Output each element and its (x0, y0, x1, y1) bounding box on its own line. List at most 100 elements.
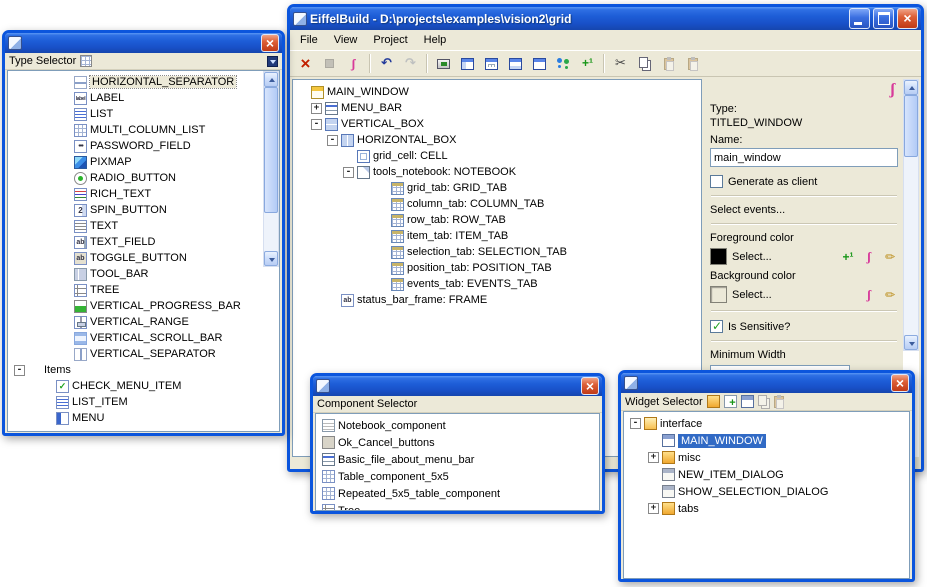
close-button[interactable] (581, 377, 599, 395)
tree-item[interactable]: RICH_TEXT (8, 186, 263, 202)
tree-item[interactable]: tabs (624, 500, 909, 517)
tree-item[interactable]: PIXMAP (8, 154, 263, 170)
community-button[interactable] (552, 53, 575, 75)
redo-button[interactable] (399, 53, 422, 75)
tree-item[interactable]: NEW_ITEM_DIALOG (624, 466, 909, 483)
pick-icon[interactable] (861, 287, 877, 303)
scroll-up-button[interactable] (264, 72, 278, 87)
tree-item[interactable]: VERTICAL_RANGE (8, 314, 263, 330)
titlebar[interactable] (621, 373, 912, 393)
expander-icon[interactable] (327, 135, 338, 146)
show-widget-selector-button[interactable] (504, 53, 527, 75)
list-item[interactable]: Table_component_5x5 (316, 468, 599, 485)
show-component-selector-button[interactable] (480, 53, 503, 75)
tree-item[interactable]: TEXT_FIELD (8, 234, 263, 250)
scroll-down-button[interactable] (904, 335, 918, 350)
list-item[interactable]: Notebook_component (316, 417, 599, 434)
generate-as-client-checkbox[interactable] (710, 175, 723, 188)
tree-item[interactable]: MAIN_WINDOW (293, 84, 701, 100)
background-color-swatch[interactable] (710, 286, 727, 303)
pick-and-drop-button[interactable] (342, 53, 365, 75)
tree-item[interactable]: column_tab: COLUMN_TAB (293, 196, 701, 212)
paste-contents-button[interactable] (681, 53, 704, 75)
scroll-thumb[interactable] (904, 95, 918, 157)
tree-item[interactable]: LIST_ITEM (8, 394, 263, 410)
close-button[interactable] (897, 8, 918, 29)
type-scrollbar[interactable] (263, 71, 279, 267)
tree-item[interactable]: status_bar_frame: FRAME (293, 292, 701, 308)
list-item[interactable]: Tree (316, 502, 599, 510)
folder-icon[interactable] (707, 395, 720, 408)
tree-item[interactable]: item_tab: ITEM_TAB (293, 228, 701, 244)
expander-icon[interactable] (630, 418, 641, 429)
tree-item[interactable]: misc (624, 449, 909, 466)
close-button[interactable] (891, 374, 909, 392)
copy-button[interactable] (633, 53, 656, 75)
add-one-button[interactable] (576, 53, 599, 75)
scroll-track[interactable] (264, 213, 278, 251)
scroll-up-button[interactable] (904, 80, 918, 95)
close-button[interactable] (261, 34, 279, 52)
tree-item[interactable]: VERTICAL_BOX (293, 116, 701, 132)
expander-icon[interactable] (14, 365, 25, 376)
tree-item[interactable]: PASSWORD_FIELD (8, 138, 263, 154)
copy-icon[interactable] (758, 395, 767, 406)
generate-button[interactable] (432, 53, 455, 75)
tree-item[interactable]: LIST (8, 106, 263, 122)
tree-item[interactable]: TEXT (8, 218, 263, 234)
menu-project[interactable]: Project (365, 31, 415, 49)
tree-item[interactable]: VERTICAL_SCROLL_BAR (8, 330, 263, 346)
expander-icon[interactable] (311, 103, 322, 114)
tree-item[interactable]: MAIN_WINDOW (624, 432, 909, 449)
undo-button[interactable] (375, 53, 398, 75)
tree-item[interactable]: HORIZONTAL_BOX (293, 132, 701, 148)
stop-button[interactable] (318, 53, 341, 75)
cut-button[interactable] (609, 53, 632, 75)
edit-icon[interactable] (882, 287, 898, 303)
name-input[interactable] (710, 148, 898, 167)
titlebar[interactable] (5, 33, 282, 53)
panel-menu-button[interactable] (267, 56, 278, 67)
tree-item[interactable]: RADIO_BUTTON (8, 170, 263, 186)
add-one-icon[interactable] (840, 249, 856, 265)
tree-item[interactable]: grid_cell: CELL (293, 148, 701, 164)
tree-item[interactable]: MENU_BAR (293, 100, 701, 116)
tree-item[interactable]: TOGGLE_BUTTON (8, 250, 263, 266)
add-icon[interactable] (724, 395, 737, 408)
menu-view[interactable]: View (326, 31, 366, 49)
titlebar[interactable] (313, 376, 602, 396)
tree-item[interactable]: CHECK_MENU_ITEM (8, 378, 263, 394)
tree-item[interactable]: position_tab: POSITION_TAB (293, 260, 701, 276)
delete-button[interactable] (294, 53, 317, 75)
scroll-down-button[interactable] (264, 251, 278, 266)
expander-icon[interactable] (648, 452, 659, 463)
properties-scrollbar[interactable] (903, 79, 919, 351)
minimize-button[interactable] (849, 8, 870, 29)
window-icon[interactable] (741, 395, 754, 408)
list-item[interactable]: Basic_file_about_menu_bar (316, 451, 599, 468)
foreground-color-swatch[interactable] (710, 248, 727, 265)
pick-and-drop-icon[interactable] (890, 82, 895, 98)
show-layout-button[interactable] (528, 53, 551, 75)
tree-item[interactable]: TOOL_BAR (8, 266, 263, 282)
tree-item[interactable]: Items (8, 362, 263, 378)
edit-icon[interactable] (882, 249, 898, 265)
paste-button[interactable] (657, 53, 680, 75)
tree-item[interactable]: TREE (8, 282, 263, 298)
select-events-link[interactable]: Select events... (710, 204, 898, 216)
tree-item[interactable]: events_tab: EVENTS_TAB (293, 276, 701, 292)
tree-item[interactable]: VERTICAL_SEPARATOR (8, 346, 263, 362)
is-sensitive-checkbox[interactable] (710, 320, 723, 333)
tree-item[interactable]: interface (624, 415, 909, 432)
tree-item[interactable]: SHOW_SELECTION_DIALOG (624, 483, 909, 500)
tree-item[interactable]: SPIN_BUTTON (8, 202, 263, 218)
expander-icon[interactable] (311, 119, 322, 130)
tree-item[interactable]: row_tab: ROW_TAB (293, 212, 701, 228)
show-type-selector-button[interactable] (456, 53, 479, 75)
menu-file[interactable]: File (292, 31, 326, 49)
tree-item[interactable]: LABEL (8, 90, 263, 106)
tree-item[interactable]: HORIZONTAL_SEPARATOR (8, 74, 263, 90)
tree-item[interactable]: MENU (8, 410, 263, 426)
scroll-track[interactable] (904, 157, 918, 335)
tree-item[interactable]: tools_notebook: NOTEBOOK (293, 164, 701, 180)
